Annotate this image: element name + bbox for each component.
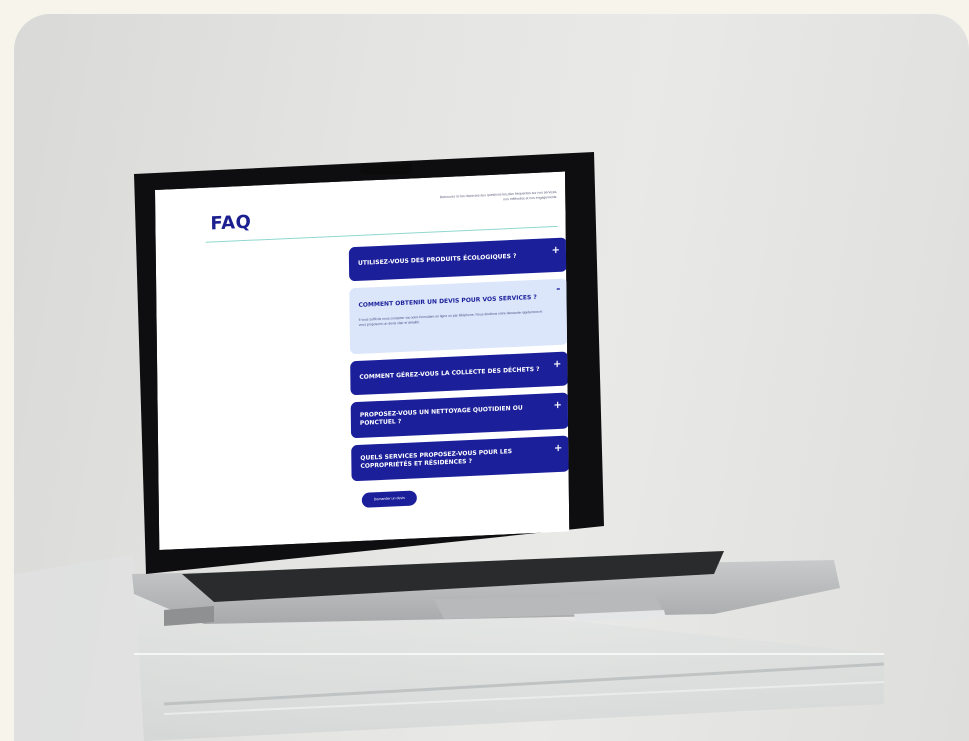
- faq-intro: Retrouvez ici les réponses aux questions…: [439, 189, 558, 202]
- laptop-photo: FAQ Retrouvez ici les réponses aux quest…: [14, 14, 969, 741]
- faq-answer: Il vous suffit de nous contacter via not…: [358, 309, 543, 327]
- laptop-screen: FAQ Retrouvez ici les réponses aux quest…: [155, 171, 570, 551]
- plus-icon[interactable]: +: [553, 400, 562, 411]
- faq-question: Utilisez-vous des produits écologiques ?: [357, 252, 517, 267]
- faq-question: Comment gérez-vous la collecte des déche…: [359, 365, 540, 381]
- plus-icon[interactable]: +: [553, 359, 562, 370]
- faq-item-waste[interactable]: Comment gérez-vous la collecte des déche…: [350, 351, 569, 396]
- faq-question: Comment obtenir un devis pour vos servic…: [358, 293, 537, 309]
- faq-item-eco-products[interactable]: Utilisez-vous des produits écologiques ?…: [348, 237, 568, 282]
- faq-item-condominium[interactable]: Quels services proposez-vous pour les co…: [351, 435, 570, 482]
- faq-item-cleaning-frequency[interactable]: Proposez-vous un nettoyage quotidien ou …: [350, 392, 570, 439]
- minus-icon[interactable]: -: [556, 284, 560, 295]
- faq-question: Proposez-vous un nettoyage quotidien ou …: [359, 404, 523, 427]
- faq-question: Quels services proposez-vous pour les co…: [360, 448, 513, 470]
- glass-shelf-left: [14, 554, 144, 741]
- camera-notch: [360, 164, 412, 174]
- plus-icon[interactable]: +: [551, 245, 560, 256]
- faq-item-quote[interactable]: Comment obtenir un devis pour vos servic…: [349, 278, 569, 355]
- request-quote-button[interactable]: Demander un devis: [361, 490, 417, 508]
- plus-icon[interactable]: +: [554, 443, 563, 454]
- faq-title: FAQ: [210, 211, 252, 235]
- faq-page: FAQ Retrouvez ici les réponses aux quest…: [155, 171, 570, 551]
- faq-list: Utilisez-vous des produits écologiques ?…: [348, 237, 570, 489]
